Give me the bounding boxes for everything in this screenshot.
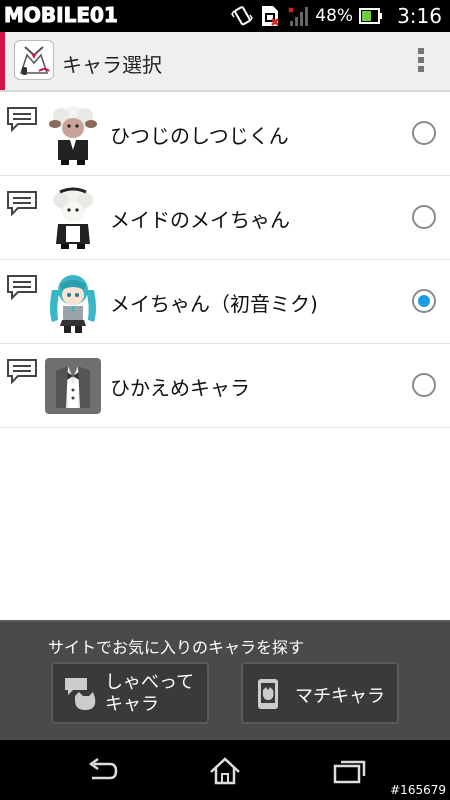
action-bar: キャラ選択 bbox=[0, 32, 450, 92]
overflow-menu-icon[interactable] bbox=[416, 46, 426, 76]
talk-button-line1: しゃべって bbox=[105, 672, 195, 693]
signal-icon bbox=[288, 7, 309, 26]
navigation-bar: #165679 bbox=[0, 740, 450, 800]
radio-button[interactable] bbox=[412, 373, 436, 397]
machi-button-label: マチキャラ bbox=[295, 686, 385, 707]
speech-bubble-icon[interactable] bbox=[6, 358, 38, 384]
radio-button[interactable] bbox=[412, 205, 436, 229]
watermark-logo: MOBILE01 bbox=[4, 3, 119, 28]
sheep-maid-avatar bbox=[53, 187, 93, 249]
character-name: メイドのメイちゃん bbox=[110, 208, 290, 232]
character-name: ひつじのしつじくん bbox=[110, 124, 289, 148]
home-icon[interactable] bbox=[207, 756, 243, 786]
sheep-butler-avatar bbox=[49, 106, 97, 165]
battery-percent: 48% bbox=[315, 6, 354, 26]
image-id-watermark: #165679 bbox=[390, 783, 446, 797]
list-item[interactable]: ひつじのしつじくん bbox=[0, 92, 450, 176]
back-icon[interactable] bbox=[84, 756, 120, 786]
list-item[interactable]: メイちゃん（初音ミク) bbox=[0, 260, 450, 344]
character-list: ひつじのしつじくん メイドのメイちゃん メイちゃん（初音ミク) ひかえめキャラ bbox=[0, 92, 450, 428]
list-item[interactable]: ひかえめキャラ bbox=[0, 344, 450, 428]
radio-button-selected[interactable] bbox=[412, 289, 436, 313]
machi-chara-icon bbox=[258, 679, 278, 709]
status-icons: 48% 3:16 bbox=[231, 0, 450, 32]
machi-chara-button[interactable]: マチキャラ bbox=[241, 662, 399, 724]
page-title: キャラ選択 bbox=[62, 53, 162, 77]
miku-avatar bbox=[50, 275, 96, 333]
sim-error-icon bbox=[262, 6, 280, 26]
battery-icon bbox=[359, 8, 383, 24]
talk-chara-button[interactable]: しゃべって キャラ bbox=[51, 662, 209, 724]
speech-bubble-icon[interactable] bbox=[6, 274, 38, 300]
speech-bubble-icon[interactable] bbox=[6, 190, 38, 216]
character-name: ひかえめキャラ bbox=[110, 376, 250, 400]
bottom-panel: サイトでお気に入りのキャラを探す しゃべって キャラ マチキャラ bbox=[0, 620, 450, 740]
talk-button-line2: キャラ bbox=[105, 694, 159, 715]
recent-apps-icon[interactable] bbox=[332, 756, 368, 786]
status-bar: MOBILE01 48% 3:16 bbox=[0, 0, 450, 32]
clock: 3:16 bbox=[397, 4, 442, 28]
character-name: メイちゃん（初音ミク) bbox=[110, 292, 318, 316]
action-bar-accent bbox=[0, 32, 5, 90]
panel-title: サイトでお気に入りのキャラを探す bbox=[48, 638, 305, 657]
vibrate-icon bbox=[231, 6, 254, 26]
app-icon[interactable] bbox=[14, 40, 54, 80]
talk-chara-icon bbox=[65, 678, 96, 710]
speech-bubble-icon[interactable] bbox=[6, 106, 38, 132]
radio-button[interactable] bbox=[412, 121, 436, 145]
tuxedo-avatar bbox=[45, 358, 101, 414]
list-item[interactable]: メイドのメイちゃん bbox=[0, 176, 450, 260]
